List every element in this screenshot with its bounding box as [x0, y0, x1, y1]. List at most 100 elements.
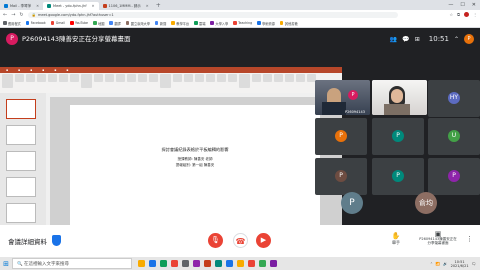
wifi-icon[interactable]: 📶 [436, 262, 440, 266]
slide-thumbnail [6, 177, 36, 197]
bookmark-item[interactable]: 教學平台 [171, 21, 189, 26]
ribbon-tool-icon[interactable] [127, 74, 136, 82]
ribbon-tool-icon[interactable] [252, 74, 261, 82]
hang-up-icon[interactable]: ☎ [233, 233, 248, 248]
maximize-button[interactable]: ☐ [460, 0, 464, 10]
taskbar-clock[interactable]: 10:51 2021/6/21 [451, 260, 469, 268]
ribbon-tool-icon[interactable] [184, 74, 193, 82]
taskbar-app-icon[interactable] [149, 260, 156, 267]
ribbon-tool-icon[interactable] [239, 74, 250, 88]
mic-off-icon[interactable]: 🎙 [208, 233, 223, 248]
taskbar-app-icon[interactable] [160, 260, 167, 267]
taskbar-app-icon[interactable] [226, 260, 233, 267]
bookmark-item[interactable]: 國立臺灣大學 [125, 21, 150, 26]
taskbar-search-input[interactable]: 🔍 在這裡輸入文字來搜尋 [12, 258, 132, 269]
tab-mail[interactable]: Mail - 李琴萍 ✕ [0, 2, 43, 10]
bookmark-label: Gmail [55, 21, 66, 25]
ribbon-tool-icon[interactable] [105, 74, 114, 82]
bookmark-item[interactable]: Gmail [50, 21, 66, 25]
taskbar-app-icon[interactable] [215, 260, 222, 267]
bookmark-item[interactable]: 新聞 [154, 21, 166, 26]
close-icon[interactable]: ✕ [146, 2, 149, 10]
taskbar-app-icon[interactable] [204, 260, 211, 267]
windows-start-icon[interactable]: ⊞ [0, 257, 12, 270]
ribbon-tool-icon[interactable] [94, 74, 103, 82]
ribbon-tool-icon[interactable] [37, 74, 46, 82]
ribbon-tool-icon[interactable] [2, 74, 13, 88]
ribbon-tool-icon[interactable] [263, 74, 272, 82]
ribbon-tool-icon[interactable] [81, 74, 92, 88]
person-face [391, 89, 403, 103]
ribbon-tool-icon[interactable] [206, 74, 215, 82]
profile-avatar[interactable] [464, 12, 469, 17]
bookmark-item[interactable]: 學術資源 [257, 21, 275, 26]
reload-icon[interactable]: ↻ [19, 12, 23, 18]
shield-icon[interactable] [52, 235, 61, 246]
ribbon-tool-icon[interactable] [195, 74, 204, 82]
ribbon-tool-icon[interactable] [48, 74, 57, 82]
extensions-icon[interactable]: ⧉ [457, 12, 460, 17]
bookmark-item[interactable]: 應用程式 [3, 21, 21, 26]
ribbon-tool-icon[interactable] [160, 74, 171, 88]
bookmark-label: 國立臺灣大學 [130, 21, 150, 26]
ribbon-tool-icon[interactable] [217, 74, 226, 82]
user-avatar[interactable]: P [464, 34, 474, 44]
ribbon-tool-icon[interactable] [285, 74, 294, 82]
tab-powerpoint[interactable]: 1106_1MMM.. 請示 ✕ [99, 2, 153, 10]
minimize-button[interactable]: — [448, 0, 453, 10]
bookmark-label: 翻譯 [114, 21, 121, 26]
tab-meet[interactable]: Meet - ydo-fphn-jhf ✕ [43, 2, 99, 10]
ribbon-tool-icon[interactable] [15, 74, 24, 82]
ribbon-tool-icon[interactable] [296, 74, 305, 82]
taskbar-app-icon[interactable] [248, 260, 255, 267]
url-input[interactable]: 🔒 meet.google.com/ydo-fphn-jhf?authuser=1 [27, 11, 398, 18]
ribbon-tool-icon[interactable] [59, 74, 68, 82]
bookmark-item[interactable]: 雲端 [194, 21, 205, 26]
taskbar-app-icon[interactable] [193, 260, 200, 267]
camera-off-icon[interactable]: ▶ [256, 233, 271, 248]
ribbon-tool-icon[interactable] [138, 74, 147, 82]
ribbon-tool-icon[interactable] [173, 74, 182, 82]
back-icon[interactable]: ← [3, 12, 7, 18]
star-icon[interactable]: ☆ [450, 12, 454, 17]
forward-icon[interactable]: → [11, 12, 15, 18]
bookmark-item[interactable]: 地圖 [93, 21, 104, 26]
notification-icon[interactable]: 🗨 [472, 262, 476, 266]
ribbon-tool-icon[interactable] [228, 74, 237, 82]
participant-avatar: P [348, 90, 358, 100]
bookmark-icon [93, 21, 97, 25]
taskbar-app-icon[interactable] [237, 260, 244, 267]
bookmark-item[interactable]: 翻譯 [109, 21, 121, 26]
menu-icon[interactable]: ⋮ [473, 12, 477, 17]
new-tab-button[interactable]: + [153, 2, 164, 10]
expand-icon[interactable]: ⌃ [454, 36, 459, 43]
taskbar-app-icon[interactable] [171, 260, 178, 267]
more-options-icon[interactable]: ⋮ [466, 235, 473, 243]
bookmark-item[interactable]: 其他書籤 [279, 21, 298, 26]
close-icon[interactable]: ✕ [92, 2, 95, 10]
ribbon-tool-icon[interactable] [116, 74, 125, 82]
volume-icon[interactable]: 🔊 [443, 262, 447, 266]
taskbar-app-icon[interactable] [182, 260, 189, 267]
bookmark-item[interactable]: Facebook [25, 21, 46, 25]
chat-icon[interactable]: 💬 [402, 36, 409, 43]
activities-icon[interactable]: ⊞ [415, 36, 420, 43]
ribbon-tool-icon[interactable] [26, 74, 35, 82]
taskbar-app-icon[interactable] [270, 260, 277, 267]
bookmark-item[interactable]: YouTube [70, 21, 88, 25]
bookmark-item[interactable]: Teaching [233, 21, 252, 25]
taskbar-app-icon[interactable] [138, 260, 145, 267]
taskbar-app-icon[interactable] [259, 260, 266, 267]
close-window-button[interactable]: ✕ [472, 0, 476, 10]
slide-thumbnail [6, 203, 36, 223]
close-icon[interactable]: ✕ [36, 2, 39, 10]
ribbon-tool-icon[interactable] [274, 74, 283, 82]
meeting-details-button[interactable]: 會議詳細資料 [8, 236, 47, 246]
people-icon[interactable]: 👥 [390, 36, 397, 43]
bookmark-item[interactable]: 大學入學 [210, 21, 228, 26]
ribbon-tool-icon[interactable] [149, 74, 158, 82]
chevron-up-icon[interactable]: ⌃ [430, 262, 433, 266]
ribbon-tool-icon[interactable] [70, 74, 79, 82]
raise-hand-button[interactable]: ✋ 舉手 [386, 232, 406, 246]
presenting-button[interactable]: ▣ P26094143陳善安正在分享螢幕畫面 [418, 231, 458, 246]
